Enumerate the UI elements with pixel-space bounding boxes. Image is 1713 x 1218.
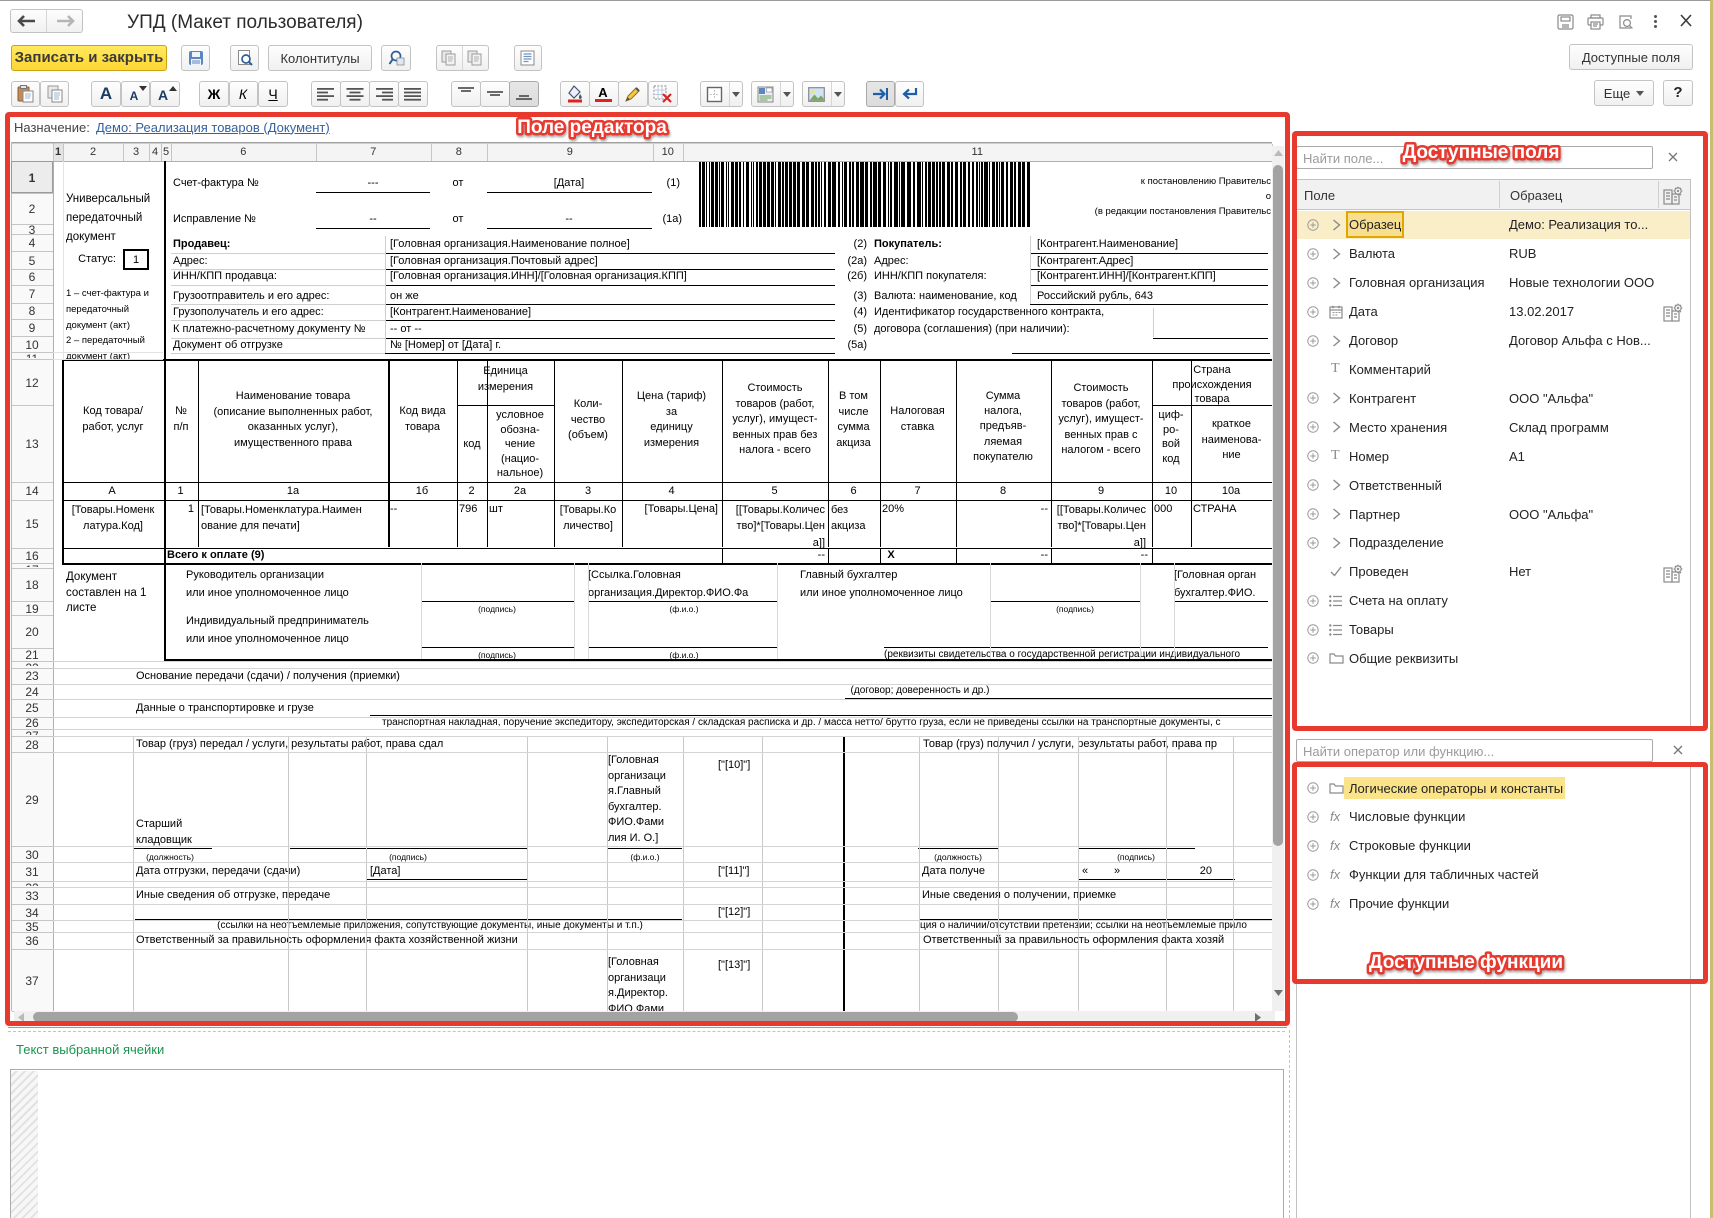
svg-text:Доступные поля: Доступные поля: [1403, 142, 1560, 163]
svg-text:Поле редактора: Поле редактора: [517, 117, 667, 138]
svg-text:Доступные функции: Доступные функции: [1369, 952, 1563, 973]
